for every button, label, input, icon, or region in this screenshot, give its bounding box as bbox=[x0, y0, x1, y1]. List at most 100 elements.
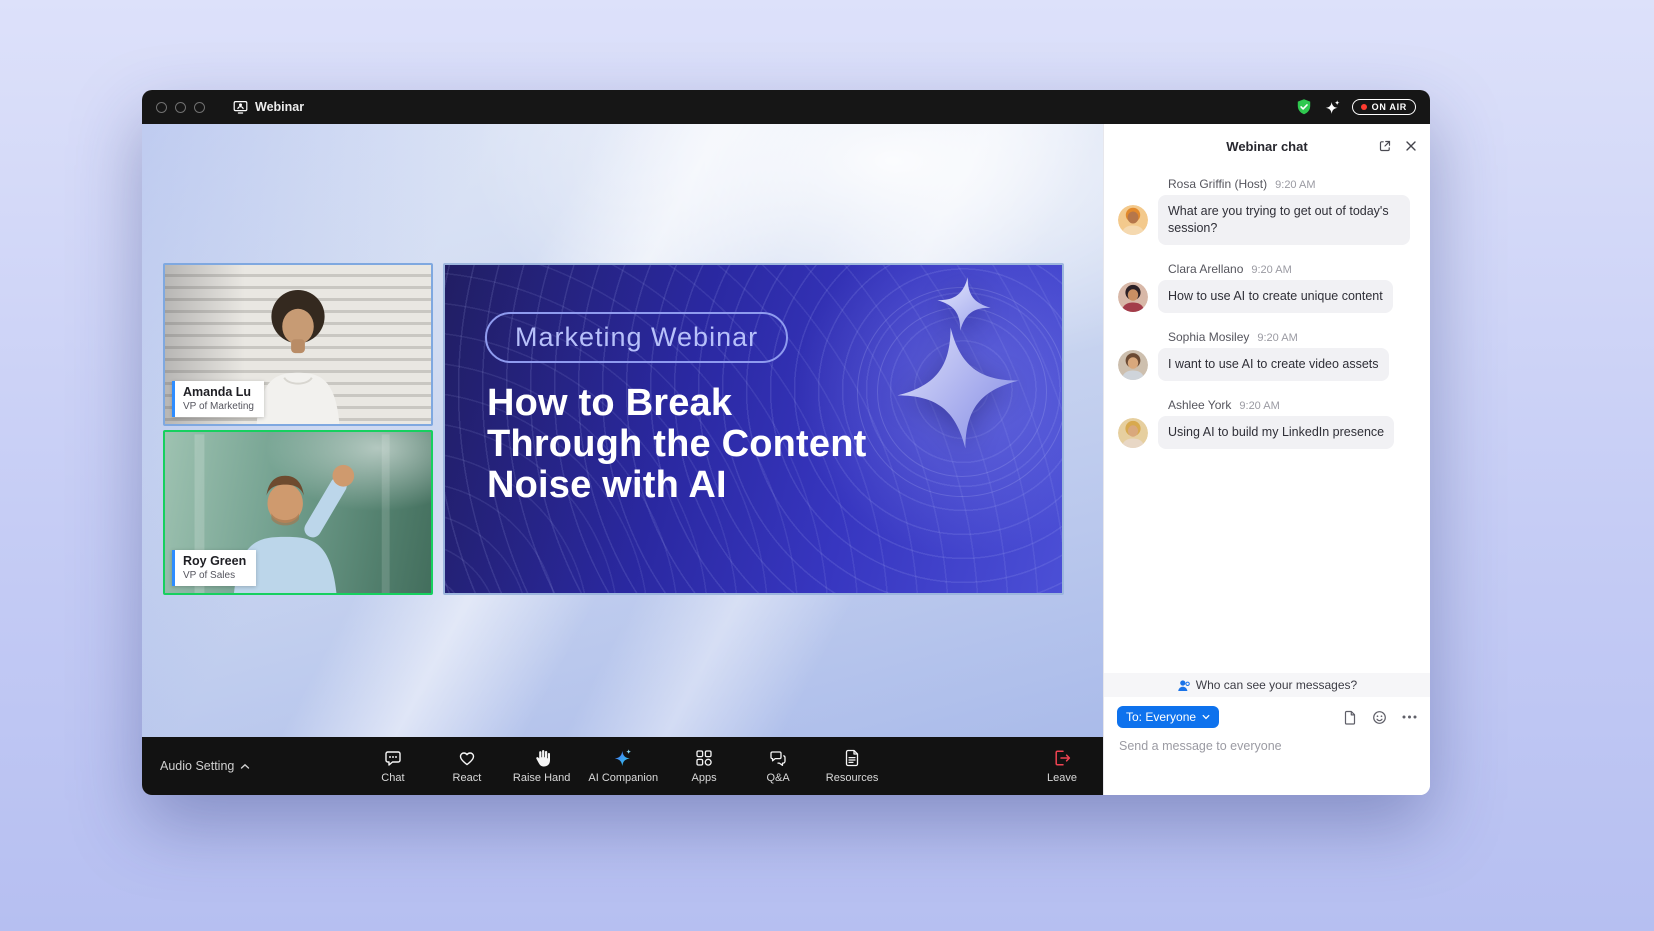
qa-bubbles-icon bbox=[768, 748, 788, 768]
chat-composer-input[interactable] bbox=[1117, 739, 1417, 753]
close-icon[interactable] bbox=[1405, 140, 1417, 152]
avatar bbox=[1118, 418, 1148, 448]
avatar bbox=[1118, 350, 1148, 380]
chat-message: Sophia Mosiley 9:20 AM I want to use AI … bbox=[1118, 330, 1416, 381]
toolbar-item-label: Raise Hand bbox=[513, 772, 570, 784]
webinar-window: Webinar ON AIR bbox=[142, 90, 1430, 795]
message-header: Sophia Mosiley 9:20 AM bbox=[1118, 330, 1416, 344]
emoji-icon[interactable] bbox=[1372, 710, 1387, 725]
chat-messages[interactable]: Rosa Griffin (Host) 9:20 AM What are you… bbox=[1104, 168, 1430, 673]
slide-heading-line: How to Break bbox=[487, 383, 867, 424]
message-time: 9:20 AM bbox=[1257, 332, 1297, 344]
chevron-down-icon bbox=[1202, 714, 1210, 720]
shield-check-icon[interactable] bbox=[1295, 98, 1313, 116]
document-icon bbox=[842, 748, 862, 768]
meeting-toolbar: Audio Setting Chat bbox=[142, 737, 1103, 795]
video-stage: Amanda Lu VP of Marketing bbox=[142, 124, 1103, 737]
file-icon[interactable] bbox=[1342, 710, 1357, 725]
participant-video-roy[interactable]: Roy Green VP of Sales bbox=[163, 430, 433, 595]
chevron-up-icon bbox=[240, 763, 250, 770]
toolbar-item-react[interactable]: React bbox=[439, 748, 495, 784]
audio-setting-button[interactable]: Audio Setting bbox=[160, 759, 250, 773]
titlebar-right: ON AIR bbox=[1295, 98, 1416, 116]
app-title-label: Webinar bbox=[255, 100, 304, 114]
nametag-roy: Roy Green VP of Sales bbox=[172, 550, 256, 586]
to-everyone-label: To: Everyone bbox=[1126, 710, 1196, 724]
leave-button[interactable]: Leave bbox=[1047, 748, 1077, 784]
message-time: 9:20 AM bbox=[1251, 264, 1291, 276]
person-icon bbox=[1177, 679, 1190, 692]
toolbar-item-resources[interactable]: Resources bbox=[824, 748, 880, 784]
message-author: Sophia Mosiley bbox=[1168, 330, 1249, 344]
chat-message: Ashlee York 9:20 AM Using AI to build my… bbox=[1118, 398, 1416, 449]
avatar bbox=[1118, 205, 1148, 235]
popout-icon[interactable] bbox=[1378, 139, 1392, 153]
visibility-note: Who can see your messages? bbox=[1104, 673, 1430, 697]
composer-row: To: Everyone bbox=[1117, 706, 1417, 728]
message-author: Rosa Griffin (Host) bbox=[1168, 177, 1267, 191]
message-row: I want to use AI to create video assets bbox=[1118, 348, 1416, 381]
heart-icon bbox=[457, 748, 477, 768]
participant-title: VP of Sales bbox=[183, 570, 246, 581]
toolbar-item-label: Resources bbox=[826, 772, 879, 784]
raised-hand-icon bbox=[532, 748, 552, 768]
participant-title: VP of Marketing bbox=[183, 401, 254, 412]
slide-star-small bbox=[937, 277, 991, 331]
toolbar-item-label: Apps bbox=[692, 772, 717, 784]
window-control-close[interactable] bbox=[156, 102, 167, 113]
toolbar-tools: Chat React Raise Hand bbox=[365, 748, 880, 784]
to-everyone-selector[interactable]: To: Everyone bbox=[1117, 706, 1219, 728]
leave-door-icon bbox=[1052, 748, 1072, 768]
toolbar-item-qa[interactable]: Q&A bbox=[750, 748, 806, 784]
window-control-zoom[interactable] bbox=[194, 102, 205, 113]
message-time: 9:20 AM bbox=[1239, 400, 1279, 412]
toolbar-item-label: React bbox=[453, 772, 482, 784]
slide-heading: How to Break Through the Content Noise w… bbox=[487, 383, 867, 506]
ai-sparkle-icon[interactable] bbox=[1324, 99, 1341, 116]
stage-column: Amanda Lu VP of Marketing bbox=[142, 124, 1103, 795]
participant-tiles: Amanda Lu VP of Marketing bbox=[163, 263, 433, 595]
message-time: 9:20 AM bbox=[1275, 179, 1315, 191]
slide-star-large bbox=[897, 327, 1019, 449]
slide-heading-line: Through the Content bbox=[487, 424, 867, 465]
chat-bubble-icon bbox=[383, 748, 403, 768]
message-header: Clara Arellano 9:20 AM bbox=[1118, 262, 1416, 276]
message-header: Rosa Griffin (Host) 9:20 AM bbox=[1118, 177, 1416, 191]
participant-name: Amanda Lu bbox=[183, 385, 254, 399]
chat-title: Webinar chat bbox=[1226, 139, 1307, 154]
message-bubble: Using AI to build my LinkedIn presence bbox=[1158, 416, 1394, 449]
participant-name: Roy Green bbox=[183, 554, 246, 568]
window-body: Amanda Lu VP of Marketing bbox=[142, 124, 1430, 795]
participant-video-amanda[interactable]: Amanda Lu VP of Marketing bbox=[163, 263, 433, 426]
chat-composer: To: Everyone bbox=[1104, 697, 1430, 755]
more-options-icon[interactable] bbox=[1402, 715, 1417, 719]
app-title: Webinar bbox=[233, 100, 304, 114]
message-row: How to use AI to create unique content bbox=[1118, 280, 1416, 313]
composer-spacer bbox=[1104, 755, 1430, 795]
slide-badge: Marketing Webinar bbox=[485, 312, 788, 363]
presentation-slide: Marketing Webinar How to Break Through t… bbox=[443, 263, 1064, 595]
avatar bbox=[1118, 282, 1148, 312]
message-row: Using AI to build my LinkedIn presence bbox=[1118, 416, 1416, 449]
window-control-minimize[interactable] bbox=[175, 102, 186, 113]
message-bubble: How to use AI to create unique content bbox=[1158, 280, 1393, 313]
apps-grid-icon bbox=[694, 748, 714, 768]
toolbar-item-apps[interactable]: Apps bbox=[676, 748, 732, 784]
message-bubble: What are you trying to get out of today'… bbox=[1158, 195, 1410, 245]
webinar-icon bbox=[233, 100, 248, 114]
toolbar-item-raise-hand[interactable]: Raise Hand bbox=[513, 748, 570, 784]
leave-label: Leave bbox=[1047, 772, 1077, 784]
nametag-amanda: Amanda Lu VP of Marketing bbox=[172, 381, 264, 417]
message-author: Ashlee York bbox=[1168, 398, 1231, 412]
slide-heading-line: Noise with AI bbox=[487, 465, 867, 506]
message-row: What are you trying to get out of today'… bbox=[1118, 195, 1416, 245]
audio-setting-label: Audio Setting bbox=[160, 759, 234, 773]
message-bubble: I want to use AI to create video assets bbox=[1158, 348, 1389, 381]
visibility-note-text: Who can see your messages? bbox=[1196, 678, 1357, 692]
chat-message: Clara Arellano 9:20 AM How to use AI to … bbox=[1118, 262, 1416, 313]
toolbar-item-chat[interactable]: Chat bbox=[365, 748, 421, 784]
on-air-label: ON AIR bbox=[1372, 102, 1407, 112]
toolbar-item-ai-companion[interactable]: AI Companion bbox=[588, 748, 658, 784]
chat-header: Webinar chat bbox=[1104, 124, 1430, 168]
ai-sparkle-icon bbox=[613, 748, 633, 768]
